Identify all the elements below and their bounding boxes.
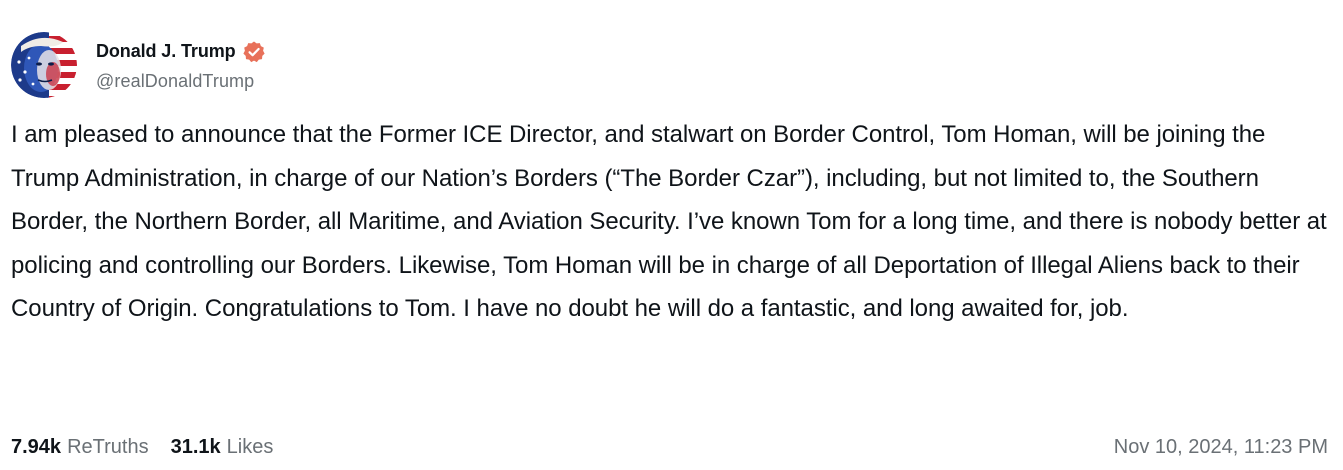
avatar-image [11,32,77,98]
retruths-count: 7.94k [11,435,62,458]
post-header: Donald J. Trump @realDonaldTrump [11,32,266,98]
likes-stat[interactable]: 31.1k Likes [171,436,274,459]
likes-count: 31.1k [170,435,221,458]
post-text: I am pleased to announce that the Former… [11,121,1327,322]
post-stats: 7.94k ReTruths 31.1k Likes [11,436,295,459]
name-row: Donald J. Trump [96,37,266,67]
author-identity: Donald J. Trump @realDonaldTrump [96,37,266,92]
retruths-stat[interactable]: 7.94k ReTruths [11,436,149,459]
author-handle[interactable]: @realDonaldTrump [96,71,266,92]
retruths-label: ReTruths [67,435,149,458]
display-name[interactable]: Donald J. Trump [96,41,236,62]
verified-badge-icon [242,40,266,64]
avatar[interactable] [11,32,77,98]
post-card: Donald J. Trump @realDonaldTrump I am pl… [0,0,1343,470]
likes-label: Likes [226,435,274,458]
post-timestamp[interactable]: Nov 10, 2024, 11:23 PM [1114,436,1328,459]
post-footer: 7.94k ReTruths 31.1k Likes Nov 10, 2024,… [11,432,1328,462]
